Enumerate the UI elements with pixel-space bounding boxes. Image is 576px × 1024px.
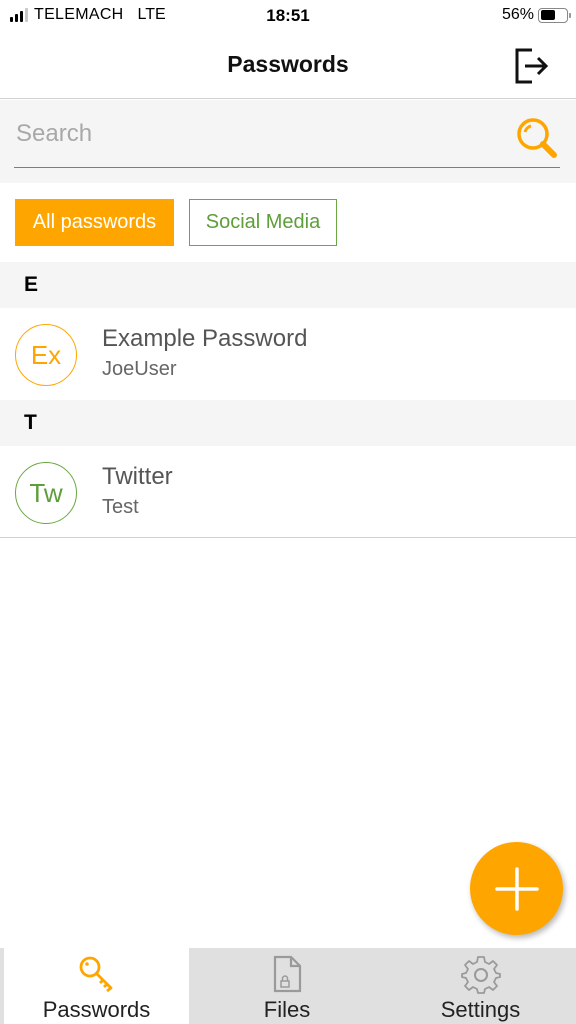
battery-icon xyxy=(538,7,571,23)
item-username: JoeUser xyxy=(102,358,177,380)
avatar: Tw xyxy=(15,462,77,524)
battery-fill xyxy=(540,10,555,20)
add-password-button[interactable] xyxy=(470,842,563,935)
bottom-tab-bar: Passwords Files Settings xyxy=(0,948,576,1024)
app-header: Passwords xyxy=(0,34,576,99)
password-item-example[interactable]: Ex Example Password JoeUser xyxy=(0,308,576,400)
filter-social-media[interactable]: Social Media xyxy=(189,199,337,246)
battery-percent: 56% xyxy=(501,6,534,23)
key-icon xyxy=(79,956,112,993)
search-icon xyxy=(517,118,557,158)
locked-file-icon xyxy=(273,955,302,993)
item-username: Test xyxy=(102,496,139,518)
filter-chips: All passwords Social Media xyxy=(0,183,576,262)
tab-label: Passwords xyxy=(42,997,151,1022)
tab-label: Files xyxy=(263,997,311,1022)
section-letter: T xyxy=(24,411,37,434)
section-header-e: E xyxy=(0,262,576,308)
tab-label: Settings xyxy=(440,997,521,1022)
password-item-twitter[interactable]: Tw Twitter Test xyxy=(0,446,576,537)
search-underline xyxy=(14,167,560,168)
tab-files[interactable]: Files xyxy=(189,948,385,1024)
tab-passwords[interactable]: Passwords xyxy=(4,948,189,1024)
search-bar xyxy=(0,100,576,183)
plus-icon xyxy=(494,866,539,911)
page-title: Passwords xyxy=(227,51,349,77)
avatar: Ex xyxy=(15,324,77,386)
status-bar: TELEMACH LTE 18:51 56% xyxy=(0,0,576,34)
item-title: Example Password xyxy=(102,325,308,352)
item-title: Twitter xyxy=(102,463,173,490)
filter-all-passwords[interactable]: All passwords xyxy=(15,199,174,246)
search-input[interactable] xyxy=(16,112,516,156)
gear-icon xyxy=(460,956,501,994)
status-right: 56% xyxy=(501,6,571,24)
section-letter: E xyxy=(24,273,39,296)
tab-settings[interactable]: Settings xyxy=(385,948,576,1024)
search-button[interactable] xyxy=(514,115,560,161)
logout-icon xyxy=(515,48,549,84)
logout-button[interactable] xyxy=(512,46,552,86)
clock: 18:51 xyxy=(266,6,310,25)
section-header-t: T xyxy=(0,400,576,446)
list-divider xyxy=(0,537,576,538)
